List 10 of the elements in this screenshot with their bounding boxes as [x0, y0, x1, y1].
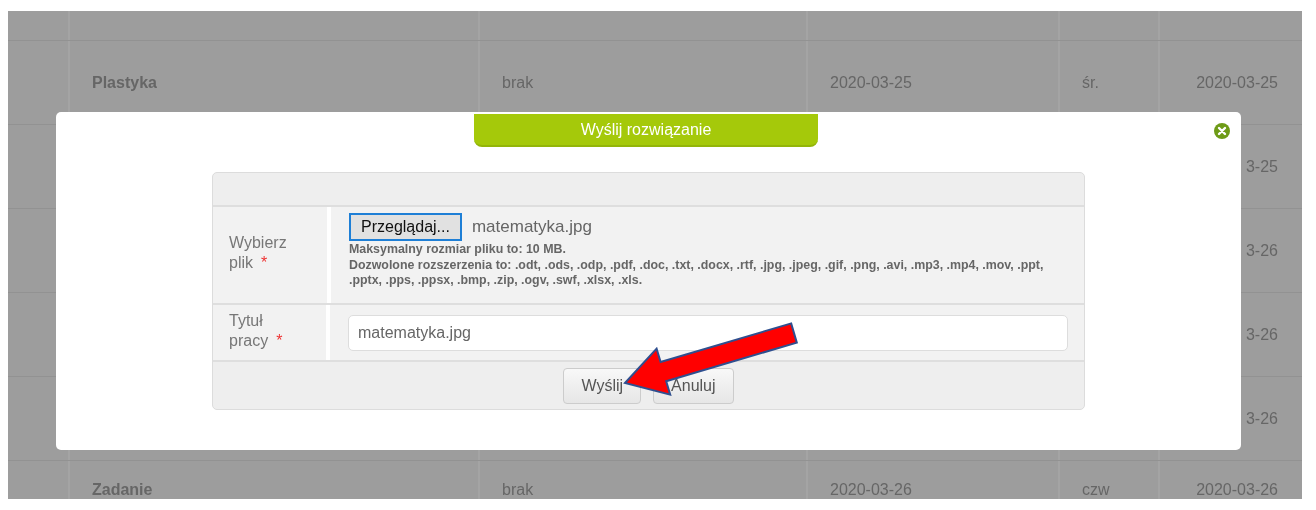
- close-icon[interactable]: [1214, 123, 1230, 139]
- title-input[interactable]: matematyka.jpg: [348, 315, 1068, 351]
- browse-button[interactable]: Przeglądaj...: [349, 213, 462, 241]
- dialog-title: Wyślij rozwiązanie: [474, 114, 818, 147]
- hint-text: Dozwolone rozszerzenia to: .odt, .ods, .odp, .pdf, .doc, .txt, .docx, .rtf, .jpg, .jpeg, .gif, .png, .avi, .mp3, .mp4, .mov, .ppt, .pptx, .pps, .ppsx, .bmp, .zip, .ogv, .swf, .xlsx, .xls.: [349, 258, 1045, 288]
- field-label: Wybierz plik *: [229, 233, 288, 273]
- field-label: Tytuł pracy *: [229, 311, 284, 351]
- file-name: matematyka.jpg: [471, 217, 592, 237]
- hint-text: Maksymalny rozmiar pliku to: 10 MB.: [349, 242, 567, 257]
- submit-button[interactable]: Wyślij: [563, 367, 642, 404]
